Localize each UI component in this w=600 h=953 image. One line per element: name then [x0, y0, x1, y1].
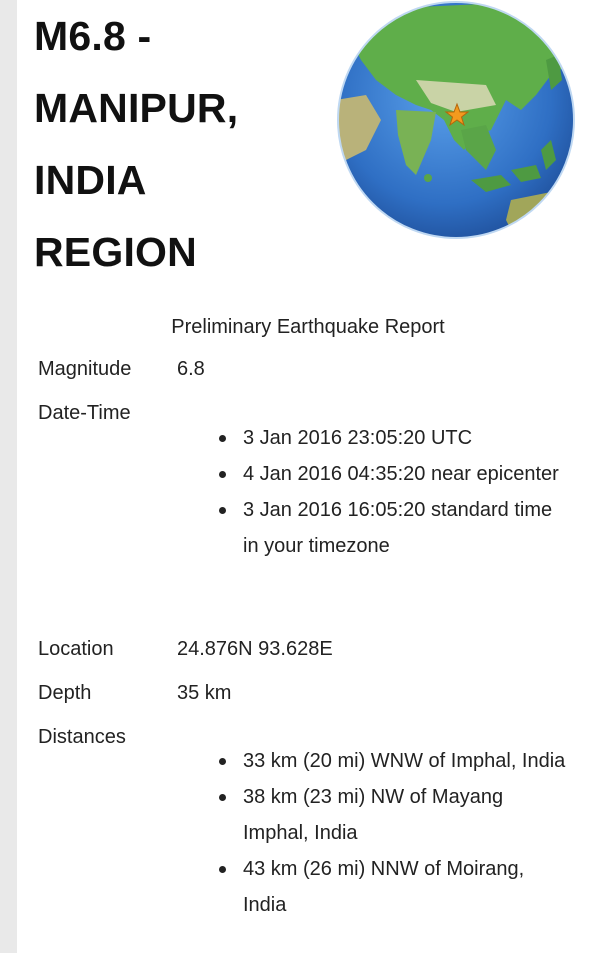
magnitude-label: Magnitude [38, 358, 132, 380]
location-value: 24.876N 93.628E [177, 638, 333, 660]
left-margin-bar [0, 0, 17, 953]
distance-moirang: 43 km (26 mi) NNW of Moirang, India [219, 851, 573, 923]
datetime-list: 3 Jan 2016 23:05:20 UTC 4 Jan 2016 04:35… [219, 420, 573, 564]
distances-list: 33 km (20 mi) WNW of Imphal, India 38 km… [219, 743, 573, 923]
datetime-label: Date-Time [38, 402, 131, 424]
title-line-1: M6.8 - [34, 13, 152, 59]
datetime-local: 3 Jan 2016 16:05:20 standard time in you… [219, 492, 573, 564]
datetime-utc: 3 Jan 2016 23:05:20 UTC [219, 420, 573, 456]
title-line-3: INDIA [34, 157, 147, 203]
location-label: Location [38, 638, 114, 660]
report-heading: Preliminary Earthquake Report [171, 316, 445, 338]
title-line-2: MANIPUR, [34, 85, 239, 131]
earthquake-report-page: M6.8 - MANIPUR, INDIA REGION Preliminary… [0, 0, 600, 953]
depth-value: 35 km [177, 682, 232, 704]
magnitude-value: 6.8 [177, 358, 205, 380]
distance-mayang-imphal: 38 km (23 mi) NW of Mayang Imphal, India [219, 779, 573, 851]
depth-label: Depth [38, 682, 92, 704]
event-title: M6.8 - MANIPUR, INDIA REGION [34, 0, 334, 288]
datetime-epicenter: 4 Jan 2016 04:35:20 near epicenter [219, 456, 573, 492]
distances-label: Distances [38, 726, 126, 748]
distance-imphal: 33 km (20 mi) WNW of Imphal, India [219, 743, 573, 779]
title-line-4: REGION [34, 229, 197, 275]
globe-map-image [337, 1, 575, 239]
